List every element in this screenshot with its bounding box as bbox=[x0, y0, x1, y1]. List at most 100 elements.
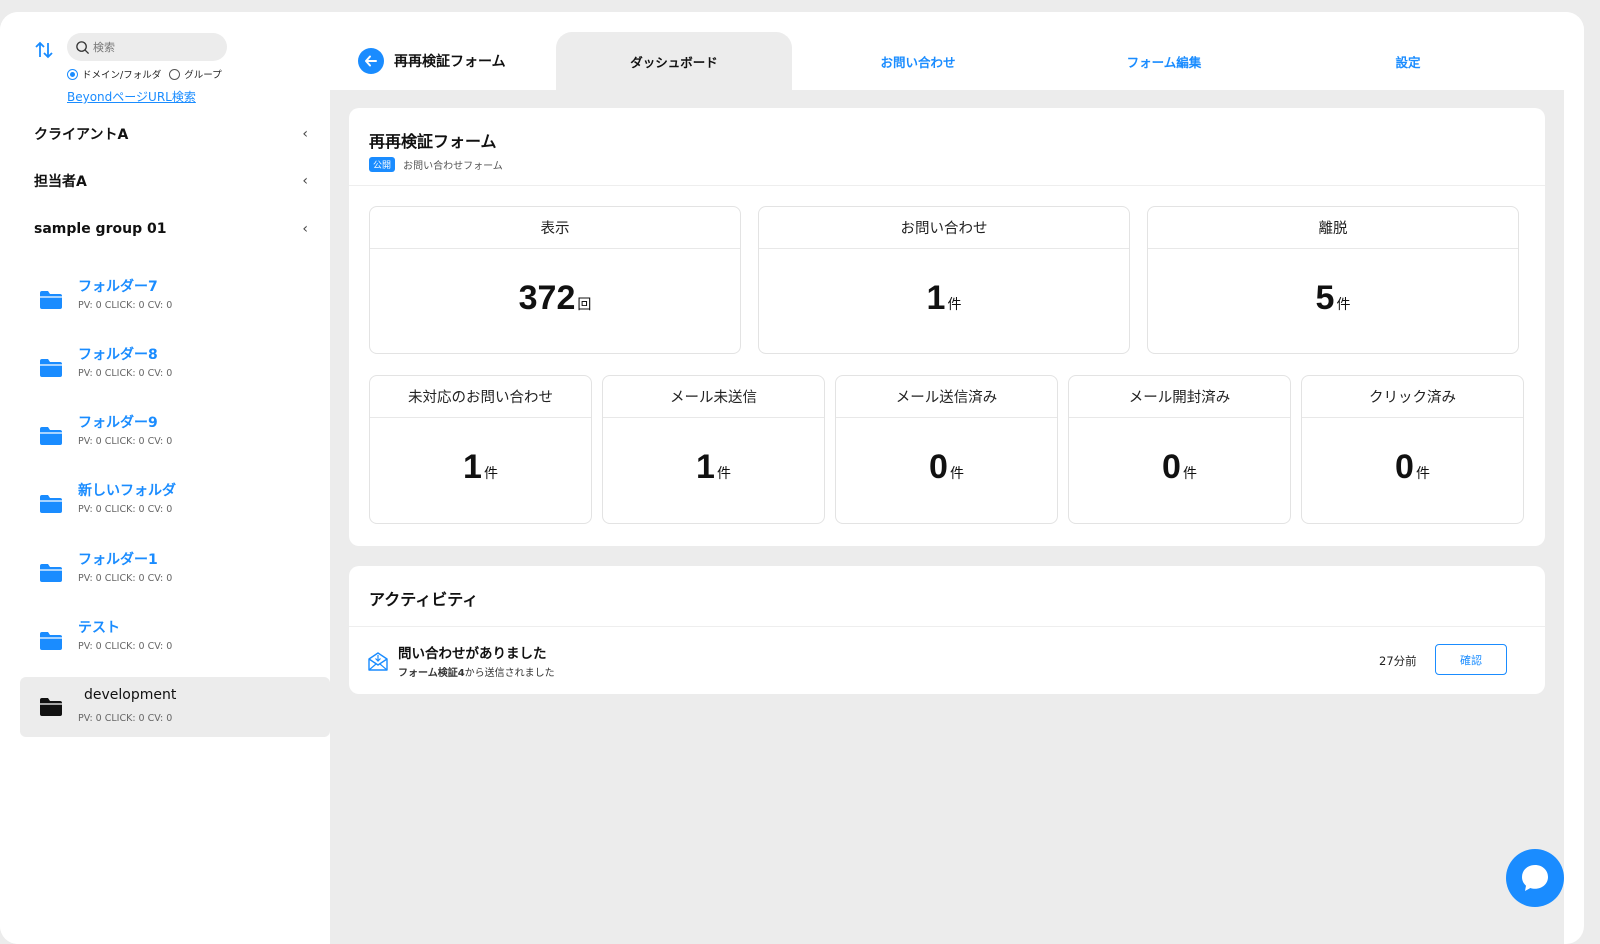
folder-icon bbox=[40, 359, 62, 377]
folder-name: フォルダー1 bbox=[78, 552, 158, 568]
folder-stats: PV: 0 CLICK: 0 CV: 0 bbox=[78, 368, 173, 379]
stat-value: 0 件 bbox=[1069, 448, 1290, 487]
folder-name: フォルダー8 bbox=[78, 347, 158, 363]
group-label: sample group 01 bbox=[34, 221, 167, 237]
activity-detail: フォーム検証4から送信されました bbox=[398, 664, 555, 679]
search-mode-radios: ドメイン/フォルダ グループ bbox=[67, 67, 230, 81]
folder-icon bbox=[40, 291, 62, 309]
folder-name: 新しいフォルダ bbox=[78, 483, 176, 499]
stat-label: メール送信済み bbox=[836, 376, 1057, 418]
folder-item[interactable]: テスト PV: 0 CLICK: 0 CV: 0 bbox=[20, 615, 330, 675]
folder-item[interactable]: フォルダー9 PV: 0 CLICK: 0 CV: 0 bbox=[20, 410, 330, 470]
stat-number: 0 bbox=[1162, 448, 1181, 486]
activity-timestamp: 27分前 bbox=[1379, 654, 1417, 668]
stat-card-inquiries: お問い合わせ 1 件 bbox=[758, 206, 1130, 354]
folder-item[interactable]: 新しいフォルダ PV: 0 CLICK: 0 CV: 0 bbox=[20, 478, 330, 538]
arrow-left-icon bbox=[365, 55, 377, 67]
activity-card: アクティビティ 問い合わせがありました フォーム検証4から送信されました 27分… bbox=[349, 566, 1545, 694]
back-button[interactable] bbox=[358, 48, 384, 74]
activity-source: フォーム検証4 bbox=[398, 668, 465, 679]
stat-value: 1 件 bbox=[370, 448, 591, 487]
stat-label: クリック済み bbox=[1302, 376, 1523, 418]
group-row-client-a[interactable]: クライアントA ‹ bbox=[34, 122, 308, 146]
app-window: ドメイン/フォルダ グループ BeyondページURL検索 クライアントA ‹ … bbox=[0, 12, 1584, 944]
stat-unit: 件 bbox=[1415, 466, 1430, 482]
stat-number: 0 bbox=[1395, 448, 1414, 486]
status-badge: 公開 bbox=[369, 157, 396, 172]
folder-stats: PV: 0 CLICK: 0 CV: 0 bbox=[78, 436, 173, 447]
radio-group-option[interactable]: グループ bbox=[169, 67, 222, 81]
radio-domain[interactable] bbox=[67, 68, 78, 80]
tab-settings[interactable]: 設定 bbox=[1290, 32, 1526, 90]
radio-domain-option[interactable]: ドメイン/フォルダ bbox=[67, 67, 161, 81]
beyond-url-search-link[interactable]: BeyondページURL検索 bbox=[67, 88, 196, 105]
search-input[interactable] bbox=[93, 40, 213, 54]
stat-unit: 件 bbox=[483, 466, 498, 482]
folder-item[interactable]: フォルダー7 PV: 0 CLICK: 0 CV: 0 bbox=[20, 274, 330, 334]
stat-card-mail-opened: メール開封済み 0 件 bbox=[1068, 375, 1291, 524]
stat-number: 5 bbox=[1315, 279, 1335, 317]
summary-title: 再再検証フォーム bbox=[369, 132, 497, 151]
stat-value: 372 回 bbox=[370, 279, 740, 318]
folder-stats: PV: 0 CLICK: 0 CV: 0 bbox=[78, 713, 173, 724]
folder-item[interactable]: フォルダー8 PV: 0 CLICK: 0 CV: 0 bbox=[20, 342, 330, 402]
stat-value: 5 件 bbox=[1148, 279, 1518, 318]
chat-button[interactable] bbox=[1506, 849, 1564, 907]
group-label: クライアントA bbox=[34, 127, 129, 143]
stat-card-clicked: クリック済み 0 件 bbox=[1301, 375, 1524, 524]
stat-unit: 回 bbox=[577, 297, 592, 313]
folder-name: テスト bbox=[78, 620, 120, 636]
stat-number: 372 bbox=[518, 279, 576, 317]
radio-group-label: グループ bbox=[184, 70, 222, 81]
folder-item-active[interactable]: development PV: 0 CLICK: 0 CV: 0 bbox=[20, 677, 330, 737]
stat-number: 1 bbox=[463, 448, 482, 486]
stat-unit: 件 bbox=[947, 297, 962, 313]
tab-dashboard[interactable]: ダッシュボード bbox=[556, 32, 792, 90]
folder-stats: PV: 0 CLICK: 0 CV: 0 bbox=[78, 504, 173, 515]
stat-label: 離脱 bbox=[1148, 207, 1518, 249]
stat-value: 0 件 bbox=[1302, 448, 1523, 487]
main-area: 再再検証フォーム ダッシュボード お問い合わせ フォーム編集 設定 再再検証フォ… bbox=[330, 12, 1584, 944]
stat-value: 0 件 bbox=[836, 448, 1057, 487]
folder-icon bbox=[40, 698, 62, 716]
sidebar: ドメイン/フォルダ グループ BeyondページURL検索 クライアントA ‹ … bbox=[0, 12, 330, 944]
stat-unit: 件 bbox=[1182, 466, 1197, 482]
folder-icon bbox=[40, 495, 62, 513]
folder-item[interactable]: フォルダー1 PV: 0 CLICK: 0 CV: 0 bbox=[20, 547, 330, 607]
stat-label: メール開封済み bbox=[1069, 376, 1290, 418]
activity-message: 問い合わせがありました bbox=[398, 646, 547, 662]
chevron-left-icon[interactable]: ‹ bbox=[302, 126, 308, 142]
stat-value: 1 件 bbox=[603, 448, 824, 487]
stat-unit: 件 bbox=[716, 466, 731, 482]
stat-unit: 件 bbox=[949, 466, 964, 482]
folder-stats: PV: 0 CLICK: 0 CV: 0 bbox=[78, 641, 173, 652]
chevron-left-icon[interactable]: ‹ bbox=[302, 173, 308, 189]
tab-inquiries[interactable]: お問い合わせ bbox=[800, 32, 1036, 90]
folder-name: development bbox=[84, 687, 177, 703]
radio-domain-label: ドメイン/フォルダ bbox=[82, 70, 162, 81]
divider bbox=[349, 626, 1545, 627]
search-box[interactable] bbox=[67, 33, 227, 61]
radio-group[interactable] bbox=[169, 68, 181, 80]
stat-label: 未対応のお問い合わせ bbox=[370, 376, 591, 418]
folder-icon bbox=[40, 427, 62, 445]
folder-stats: PV: 0 CLICK: 0 CV: 0 bbox=[78, 300, 173, 311]
chevron-left-icon[interactable]: ‹ bbox=[302, 221, 308, 237]
stat-label: お問い合わせ bbox=[759, 207, 1129, 249]
sort-icon[interactable] bbox=[34, 40, 54, 60]
stat-card-mail-sent: メール送信済み 0 件 bbox=[835, 375, 1058, 524]
tab-form-edit[interactable]: フォーム編集 bbox=[1046, 32, 1282, 90]
stat-card-views: 表示 372 回 bbox=[369, 206, 741, 354]
group-row-sample-group[interactable]: sample group 01 ‹ bbox=[34, 217, 308, 241]
group-row-assignee-a[interactable]: 担当者A ‹ bbox=[34, 169, 308, 193]
dashboard-content: 再再検証フォーム 公開 お問い合わせフォーム 表示 372 回 お問い合わせ 1… bbox=[330, 90, 1564, 944]
group-label: 担当者A bbox=[34, 174, 87, 190]
confirm-button[interactable]: 確認 bbox=[1435, 644, 1507, 675]
summary-card: 再再検証フォーム 公開 お問い合わせフォーム 表示 372 回 お問い合わせ 1… bbox=[349, 108, 1545, 546]
stat-card-exits: 離脱 5 件 bbox=[1147, 206, 1519, 354]
activity-source-suffix: から送信されました bbox=[464, 668, 555, 679]
folder-stats: PV: 0 CLICK: 0 CV: 0 bbox=[78, 573, 173, 584]
stat-number: 0 bbox=[929, 448, 948, 486]
envelope-open-icon bbox=[368, 652, 388, 671]
folder-name: フォルダー9 bbox=[78, 415, 158, 431]
